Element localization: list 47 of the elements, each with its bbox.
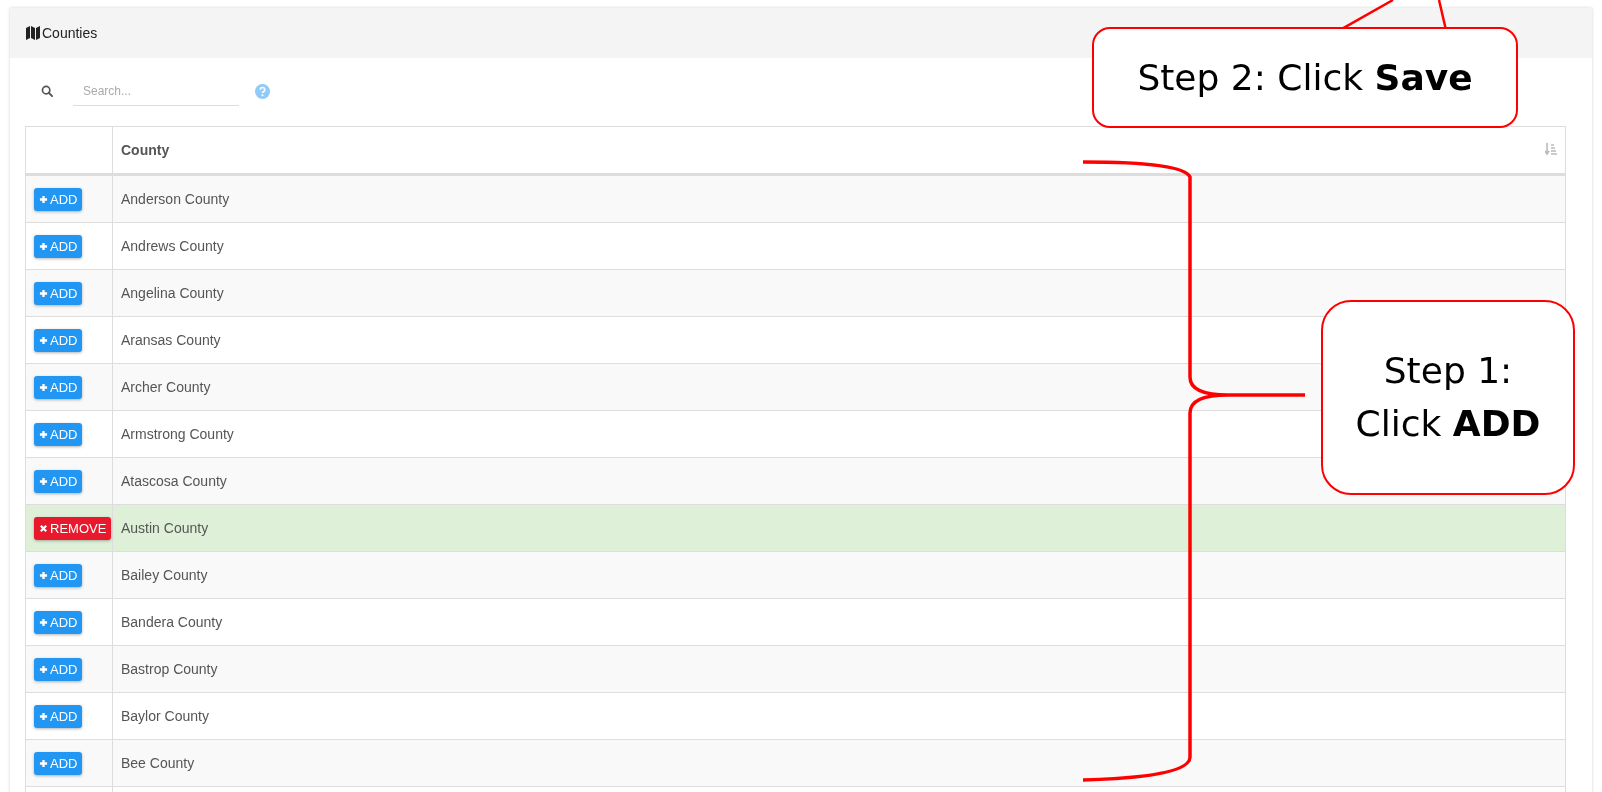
- plus-icon: [39, 476, 48, 486]
- column-header[interactable]: County: [121, 142, 170, 158]
- plus-icon: [39, 570, 48, 580]
- county-name: Bee County: [121, 755, 195, 771]
- add-button[interactable]: ADD: [34, 469, 83, 493]
- add-button[interactable]: ADD: [34, 281, 83, 305]
- add-button[interactable]: ADD: [34, 751, 83, 775]
- plus-icon: [39, 335, 48, 345]
- plus-icon: [39, 617, 48, 627]
- add-button[interactable]: ADD: [34, 187, 83, 211]
- county-name: Andrews County: [121, 238, 224, 254]
- add-button[interactable]: ADD: [34, 375, 83, 399]
- callout-text: Step 2: Click Save: [1137, 57, 1473, 98]
- close-icon: [39, 523, 48, 533]
- county-name: Bailey County: [121, 567, 208, 583]
- add-button[interactable]: ADD: [34, 328, 83, 352]
- callout-text: Step 1: Click ADD: [1354, 349, 1542, 446]
- county-name: Armstrong County: [121, 426, 234, 442]
- map-icon: [26, 26, 40, 40]
- plus-icon: [39, 241, 48, 251]
- add-button[interactable]: ADD: [34, 704, 83, 728]
- sort-icon[interactable]: [1545, 143, 1557, 157]
- plus-icon: [39, 382, 48, 392]
- county-name: Anderson County: [121, 191, 230, 207]
- remove-button[interactable]: REMOVE: [34, 516, 112, 540]
- plus-icon: [39, 758, 48, 768]
- county-name: Bandera County: [121, 614, 223, 630]
- county-name: Baylor County: [121, 708, 209, 724]
- plus-icon: [39, 194, 48, 204]
- plus-icon: [39, 711, 48, 721]
- add-button[interactable]: ADD: [34, 610, 83, 634]
- plus-icon: [39, 288, 48, 298]
- add-button[interactable]: ADD: [34, 657, 83, 681]
- county-name: Archer County: [121, 379, 211, 395]
- county-name: Bastrop County: [121, 661, 218, 677]
- plus-icon: [39, 664, 48, 674]
- add-button[interactable]: ADD: [34, 234, 83, 258]
- county-name: Aransas County: [121, 332, 221, 348]
- add-button[interactable]: ADD: [34, 563, 83, 587]
- panel-title: Counties: [42, 25, 98, 41]
- help-icon[interactable]: [255, 83, 270, 99]
- county-name: Atascosa County: [121, 473, 227, 489]
- county-name: Angelina County: [121, 285, 224, 301]
- plus-icon: [39, 429, 48, 439]
- search-icon: [41, 85, 53, 97]
- county-name: Austin County: [121, 520, 209, 536]
- add-button[interactable]: ADD: [34, 422, 83, 446]
